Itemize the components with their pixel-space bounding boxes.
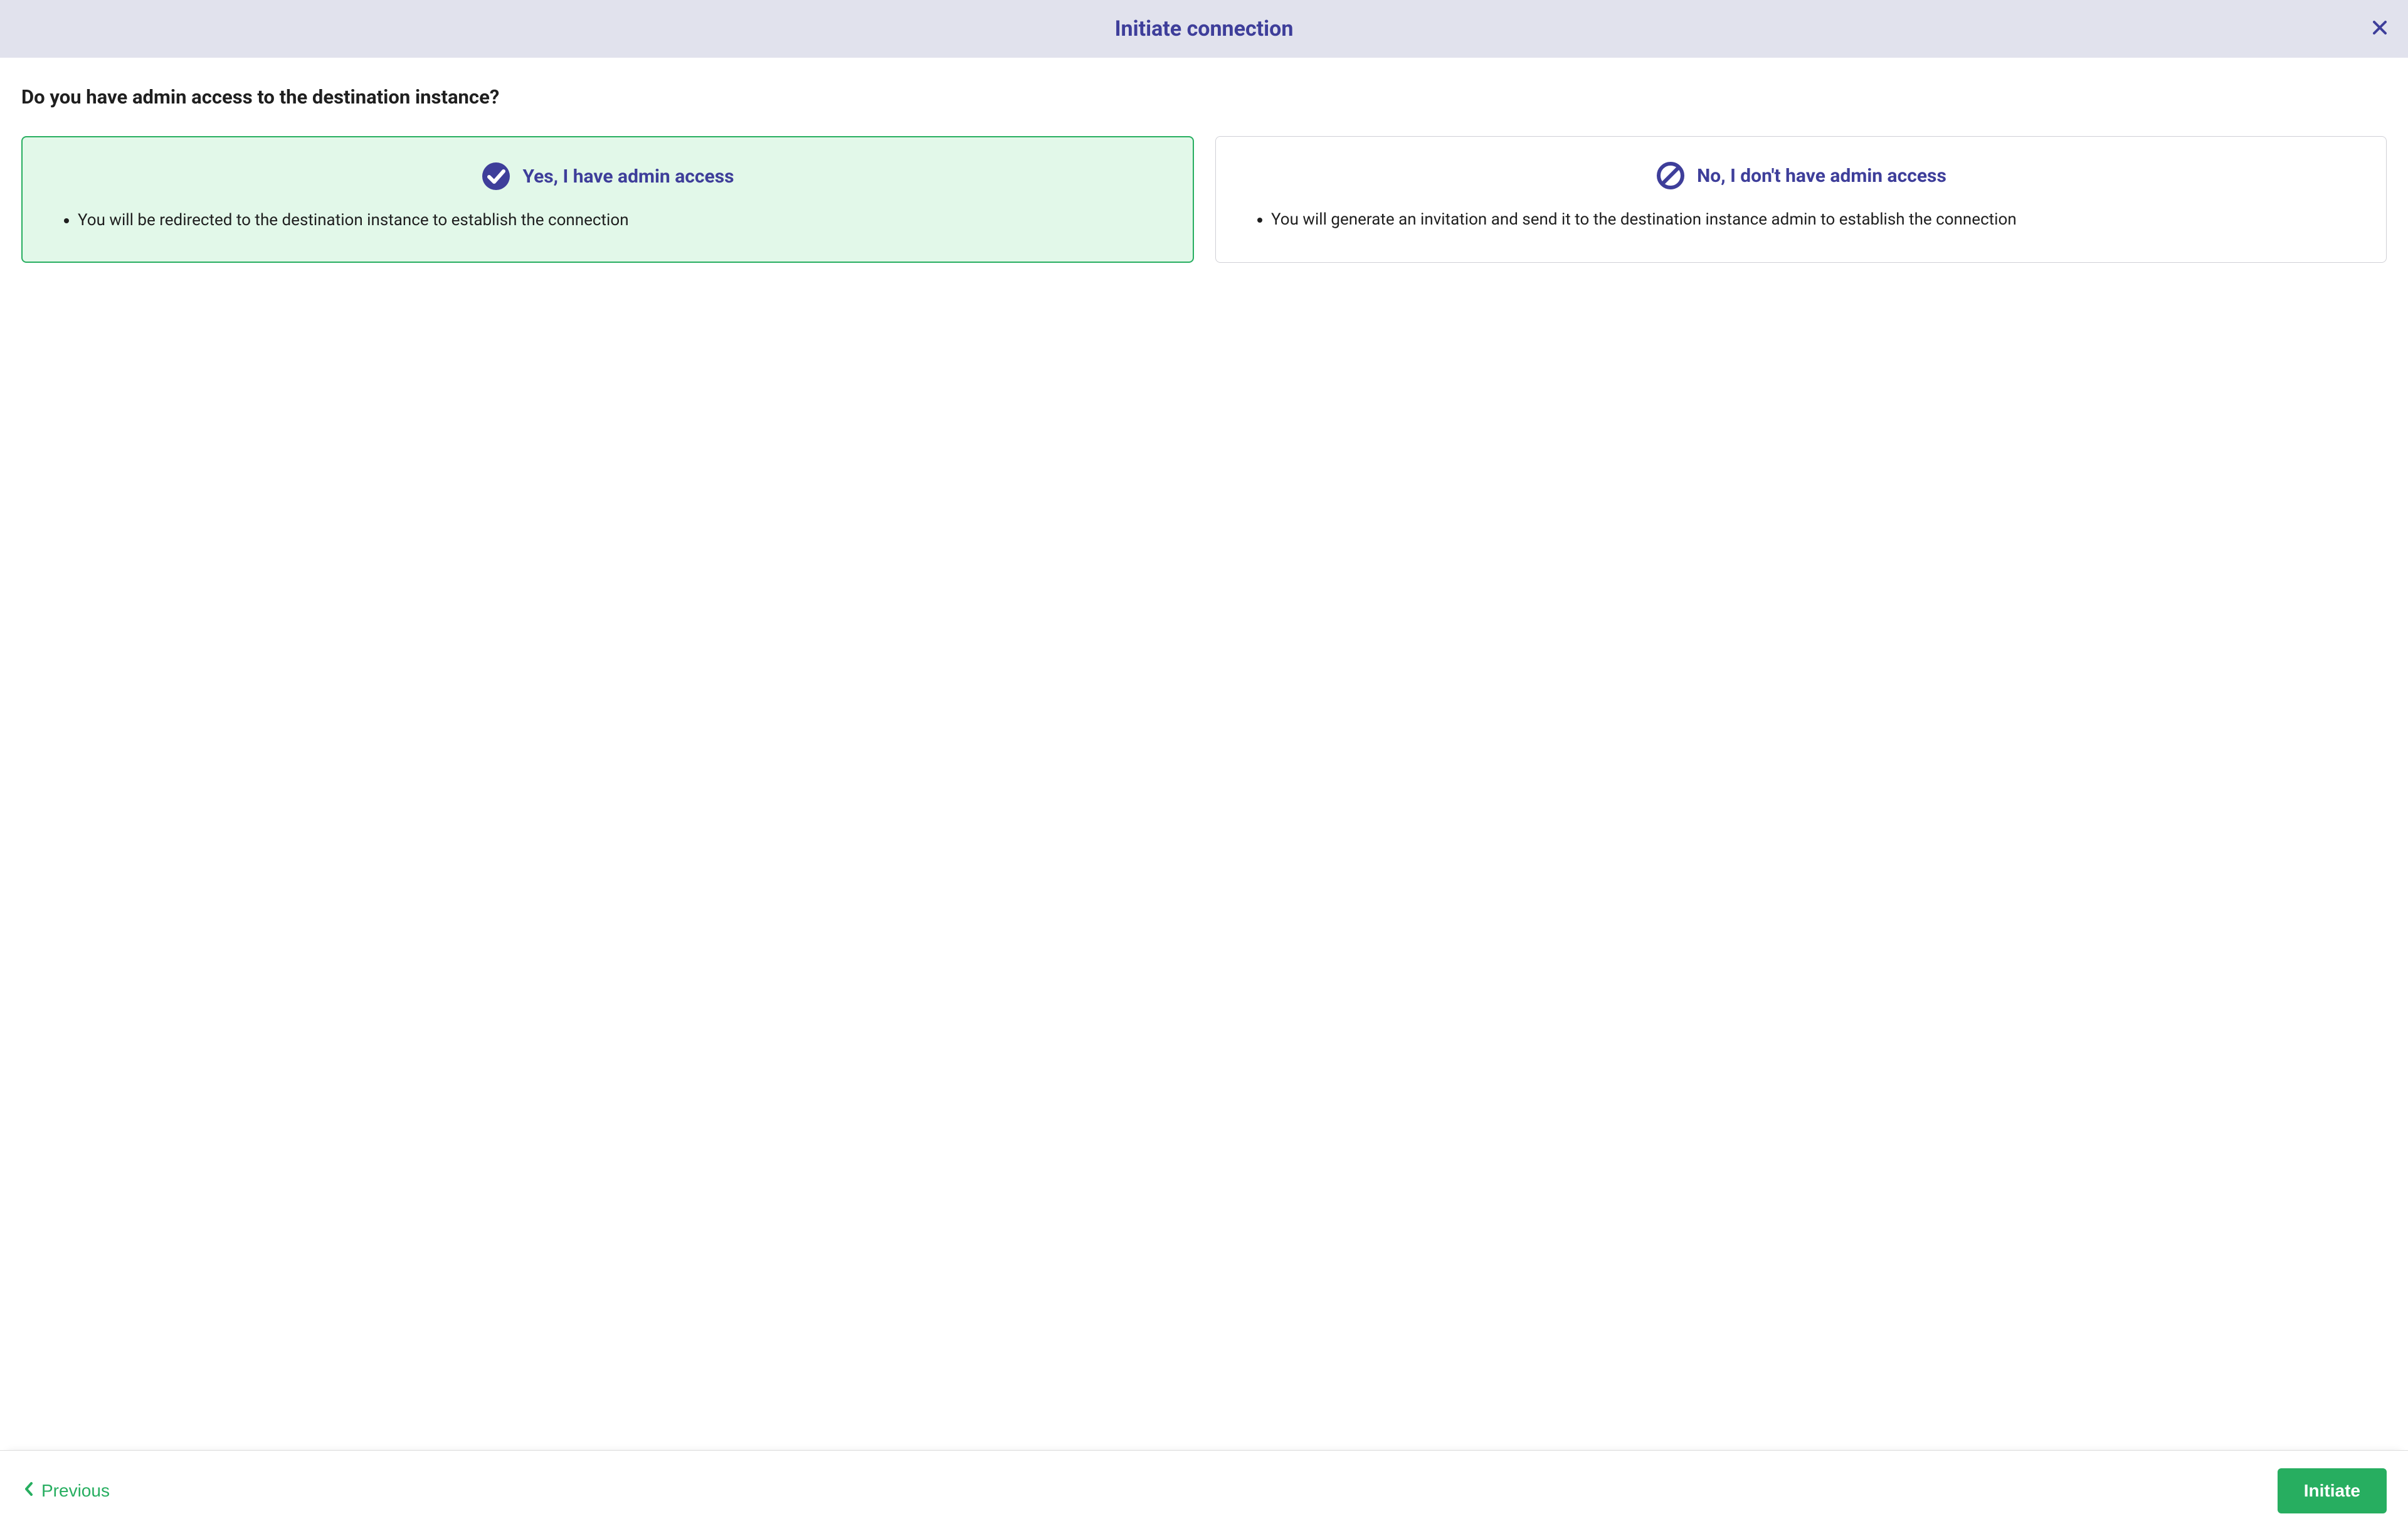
admin-access-question: Do you have admin access to the destinat… — [21, 85, 2387, 109]
initiate-button[interactable]: Initiate — [2278, 1468, 2387, 1513]
previous-label: Previous — [41, 1481, 110, 1501]
option-no-bullet: You will generate an invitation and send… — [1271, 208, 2358, 232]
initiate-connection-modal: Initiate connection Do you have admin ac… — [0, 0, 2408, 1531]
modal-body: Do you have admin access to the destinat… — [0, 58, 2408, 1450]
option-yes-card[interactable]: Yes, I have admin access You will be red… — [21, 136, 1194, 263]
modal-header: Initiate connection — [0, 0, 2408, 58]
close-button[interactable] — [2370, 17, 2389, 41]
option-no-bullets: You will generate an invitation and send… — [1244, 208, 2358, 232]
option-yes-title-row: Yes, I have admin access — [50, 161, 1165, 191]
modal-footer: Previous Initiate — [0, 1450, 2408, 1531]
prohibit-icon — [1656, 161, 1686, 191]
check-circle-icon — [481, 161, 511, 191]
chevron-left-icon — [24, 1481, 34, 1501]
option-no-card[interactable]: No, I don't have admin access You will g… — [1215, 136, 2387, 263]
option-yes-bullets: You will be redirected to the destinatio… — [50, 209, 1165, 233]
option-yes-title: Yes, I have admin access — [522, 166, 734, 188]
option-yes-bullet: You will be redirected to the destinatio… — [78, 209, 1165, 233]
option-no-title: No, I don't have admin access — [1697, 165, 1946, 187]
options-row: Yes, I have admin access You will be red… — [21, 136, 2387, 263]
initiate-label: Initiate — [2304, 1481, 2360, 1500]
previous-button[interactable]: Previous — [21, 1477, 112, 1505]
modal-title: Initiate connection — [19, 16, 2389, 41]
close-icon — [2373, 18, 2387, 39]
option-no-title-row: No, I don't have admin access — [1244, 161, 2358, 191]
